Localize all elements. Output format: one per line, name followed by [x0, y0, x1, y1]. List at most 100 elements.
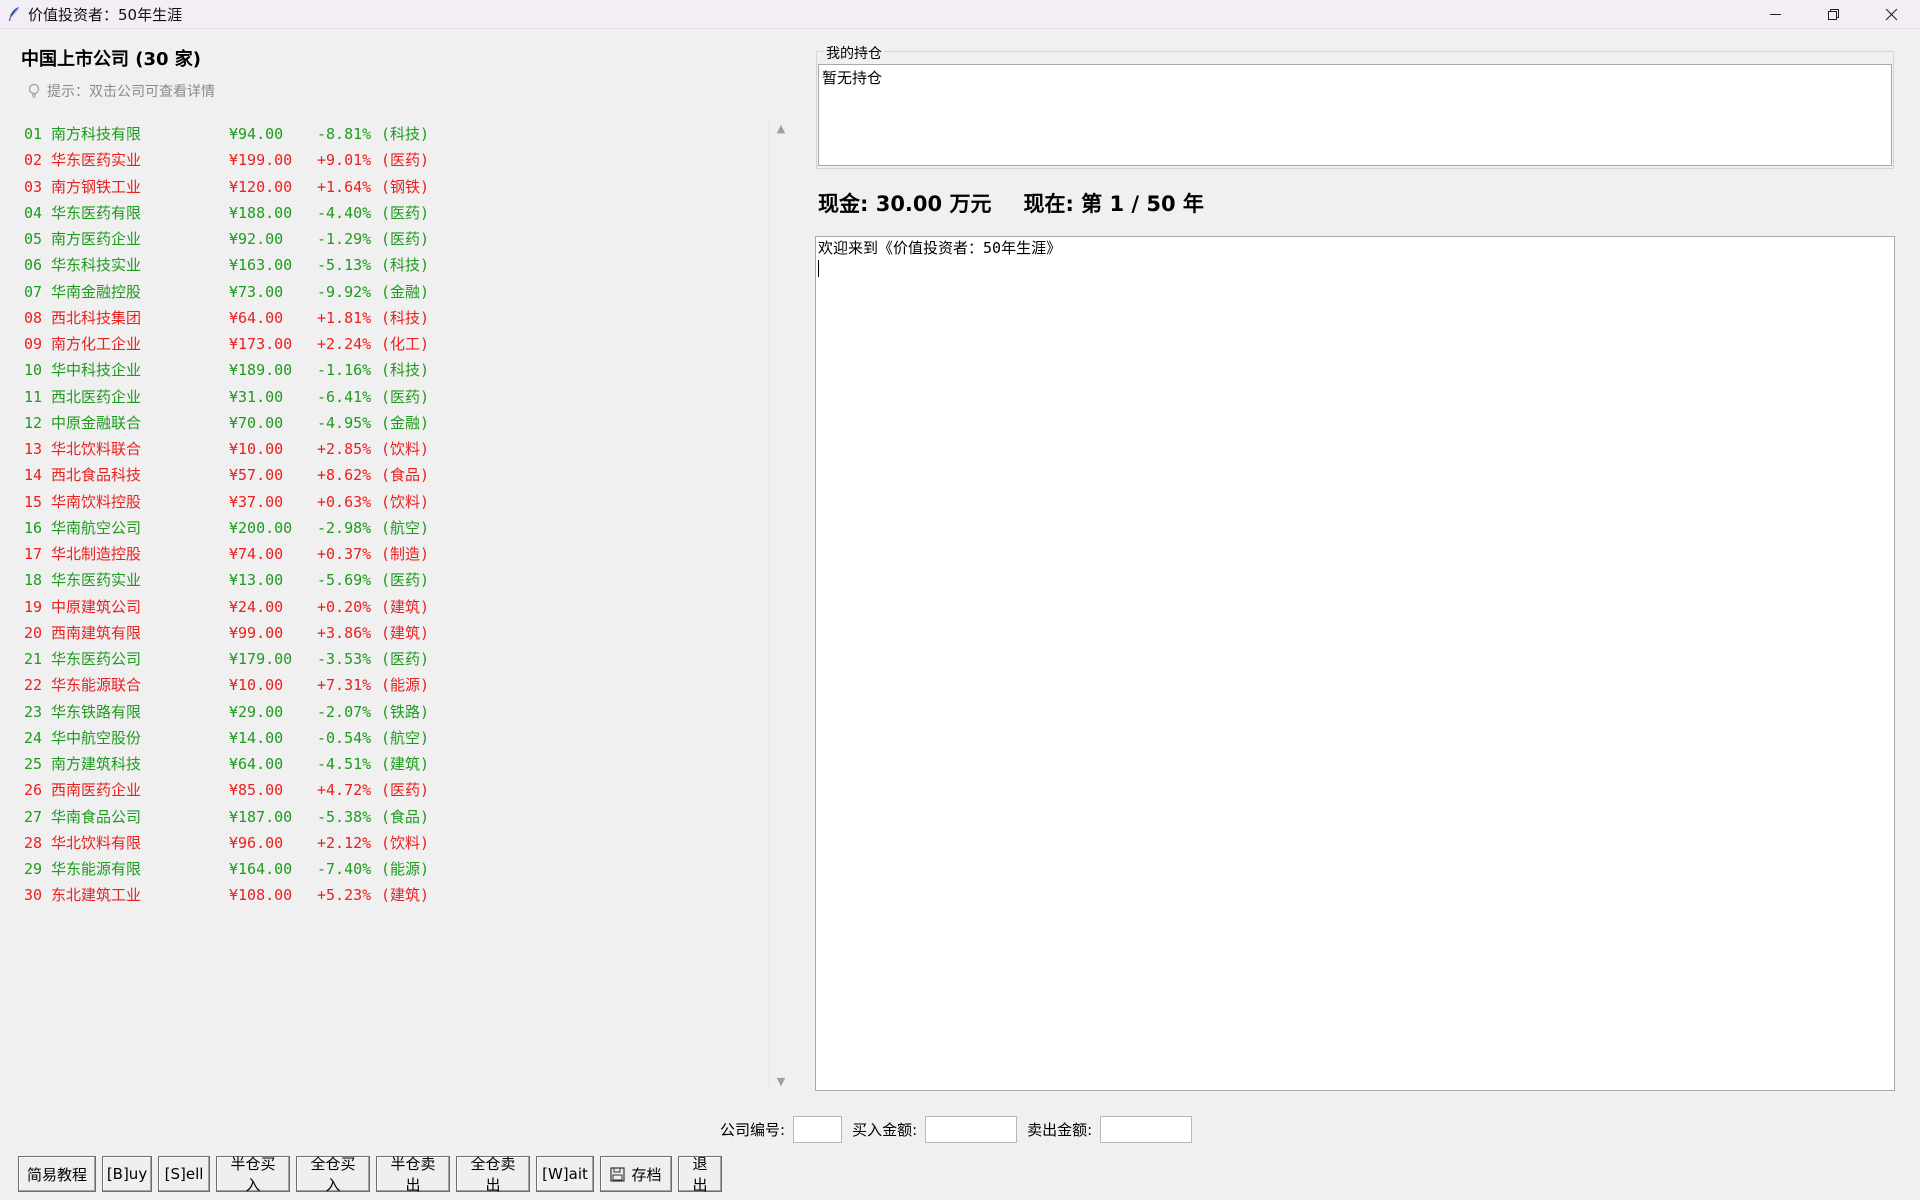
- company-price: ¥179.00: [229, 650, 293, 668]
- hint-label: 提示：双击公司可查看详情: [47, 84, 215, 100]
- company-price: ¥37.00: [229, 492, 284, 511]
- company-row[interactable]: 24 华中航空股份 ¥14.00 -0.54% (航空): [24, 725, 764, 751]
- company-name: 西北医药企业: [51, 387, 142, 406]
- company-change: +2.24%: [317, 335, 372, 353]
- company-price: ¥199.00: [229, 151, 293, 170]
- company-row[interactable]: 23 华东铁路有限 ¥29.00 -2.07% (铁路): [24, 699, 764, 725]
- company-row[interactable]: 18 华东医药实业 ¥13.00 -5.69% (医药): [24, 567, 764, 593]
- company-name: 华北饮料有限: [51, 833, 142, 852]
- sell-button[interactable]: [S]ell: [158, 1156, 210, 1192]
- company-sector: (能源): [381, 860, 430, 878]
- company-code: 23: [24, 702, 43, 721]
- company-name: 华东能源有限: [51, 860, 142, 878]
- quit-button[interactable]: 退出: [678, 1155, 722, 1194]
- company-price: ¥57.00: [229, 466, 284, 485]
- buy-amount-input[interactable]: [925, 1116, 1018, 1143]
- company-sector: (科技): [381, 125, 430, 143]
- restore-icon: [1827, 9, 1839, 20]
- company-code: 28: [24, 833, 43, 852]
- company-change: +3.86%: [317, 623, 372, 642]
- company-row[interactable]: 07 华南金融控股 ¥73.00 -9.92% (金融): [24, 279, 764, 305]
- company-name: 东北建筑工业: [51, 886, 142, 905]
- title-bar[interactable]: 价值投资者：50年生涯: [0, 0, 1920, 29]
- sell-amount-input[interactable]: [1100, 1116, 1193, 1143]
- full-buy-button[interactable]: 全仓买入: [296, 1155, 370, 1194]
- company-row[interactable]: 01 南方科技有限 ¥94.00 -8.81% (科技): [24, 121, 764, 147]
- company-name: 西北科技集团: [51, 308, 142, 327]
- company-price: ¥92.00: [229, 230, 284, 248]
- company-sector: (钢铁): [381, 177, 430, 196]
- company-row[interactable]: 29 华东能源有限 ¥164.00 -7.40% (能源): [24, 856, 764, 882]
- company-row[interactable]: 19 中原建筑公司 ¥24.00 +0.20% (建筑): [24, 594, 764, 620]
- company-code: 15: [24, 492, 43, 511]
- company-row[interactable]: 15 华南饮料控股 ¥37.00 +0.63% (饮料): [24, 489, 764, 515]
- company-row[interactable]: 26 西南医药企业 ¥85.00 +4.72% (医药): [24, 777, 764, 803]
- company-change: +0.37%: [317, 545, 372, 563]
- minimize-button[interactable]: [1746, 0, 1804, 29]
- company-row[interactable]: 30 东北建筑工业 ¥108.00 +5.23% (建筑): [24, 882, 764, 908]
- save-button[interactable]: 存档: [600, 1156, 672, 1192]
- wait-button[interactable]: [W]ait: [536, 1156, 594, 1192]
- company-name: 西南建筑有限: [51, 623, 142, 642]
- company-row[interactable]: 10 华中科技企业 ¥189.00 -1.16% (科技): [24, 357, 764, 383]
- message-log[interactable]: 欢迎来到《价值投资者：50年生涯》: [815, 236, 1895, 1091]
- company-row[interactable]: 04 华东医药有限 ¥188.00 -4.40% (医药): [24, 200, 764, 226]
- tutorial-button[interactable]: 简易教程: [18, 1156, 96, 1192]
- buy-button[interactable]: [B]uy: [102, 1156, 152, 1192]
- company-sector: (科技): [381, 361, 430, 380]
- holdings-text[interactable]: 暂无持仓: [818, 64, 1892, 166]
- company-row[interactable]: 11 西北医药企业 ¥31.00 -6.41% (医药): [24, 384, 764, 410]
- scroll-down-icon[interactable]: ▼: [770, 1072, 792, 1090]
- company-row[interactable]: 09 南方化工企业 ¥173.00 +2.24% (化工): [24, 331, 764, 357]
- company-code: 26: [24, 781, 43, 800]
- company-row[interactable]: 22 华东能源联合 ¥10.00 +7.31% (能源): [24, 672, 764, 698]
- company-name: 西北食品科技: [51, 466, 142, 485]
- company-sector: (医药): [381, 650, 430, 668]
- hint-text: 提示：双击公司可查看详情: [27, 81, 215, 101]
- company-row[interactable]: 27 华南食品公司 ¥187.00 -5.38% (食品): [24, 804, 764, 830]
- company-row[interactable]: 06 华东科技实业 ¥163.00 -5.13% (科技): [24, 252, 764, 278]
- company-listbox[interactable]: 01 南方科技有限 ¥94.00 -8.81% (科技) 02 华东医药实业 ¥199.00 +…: [24, 121, 764, 1091]
- company-name: 华东能源联合: [51, 676, 142, 695]
- company-code-input[interactable]: [793, 1116, 843, 1143]
- company-row[interactable]: 02 华东医药实业 ¥199.00 +9.01% (医药): [24, 147, 764, 173]
- company-row[interactable]: 14 西北食品科技 ¥57.00 +8.62% (食品): [24, 462, 764, 488]
- company-code: 01: [24, 125, 43, 143]
- company-row[interactable]: 05 南方医药企业 ¥92.00 -1.29% (医药): [24, 226, 764, 252]
- company-price: ¥200.00: [229, 518, 293, 537]
- company-code: 13: [24, 440, 43, 458]
- status-line: 现金: 30.00 万元 现在: 第 1 / 50 年: [818, 188, 1204, 218]
- scroll-up-icon[interactable]: ▲: [770, 119, 792, 137]
- company-price: ¥10.00: [229, 440, 284, 458]
- half-buy-button[interactable]: 半仓买入: [216, 1155, 290, 1194]
- company-price: ¥13.00: [229, 571, 284, 590]
- company-row[interactable]: 25 南方建筑科技 ¥64.00 -4.51% (建筑): [24, 751, 764, 777]
- company-row[interactable]: 12 中原金融联合 ¥70.00 -4.95% (金融): [24, 410, 764, 436]
- company-change: -8.81%: [317, 125, 372, 143]
- company-name: 南方建筑科技: [51, 755, 142, 773]
- company-sector: (医药): [381, 203, 430, 222]
- company-row[interactable]: 17 华北制造控股 ¥74.00 +0.37% (制造): [24, 541, 764, 567]
- text-caret: [818, 260, 819, 277]
- close-button[interactable]: [1862, 0, 1920, 29]
- full-sell-button[interactable]: 全仓卖出: [456, 1155, 530, 1194]
- company-list-scrollbar[interactable]: ▲ ▼: [769, 117, 791, 1092]
- maximize-button[interactable]: [1804, 0, 1862, 29]
- company-code: 25: [24, 755, 43, 773]
- company-name: 华南饮料控股: [51, 492, 142, 511]
- company-code: 12: [24, 413, 43, 432]
- half-sell-button[interactable]: 半仓卖出: [376, 1155, 450, 1194]
- close-icon: [1885, 8, 1897, 21]
- company-code: 07: [24, 282, 43, 301]
- company-row[interactable]: 21 华东医药公司 ¥179.00 -3.53% (医药): [24, 646, 764, 672]
- company-row[interactable]: 08 西北科技集团 ¥64.00 +1.81% (科技): [24, 305, 764, 331]
- company-row[interactable]: 13 华北饮料联合 ¥10.00 +2.85% (饮料): [24, 436, 764, 462]
- company-code: 14: [24, 466, 43, 485]
- company-row[interactable]: 28 华北饮料有限 ¥96.00 +2.12% (饮料): [24, 830, 764, 856]
- company-row[interactable]: 03 南方钢铁工业 ¥120.00 +1.64% (钢铁): [24, 174, 764, 200]
- company-row[interactable]: 16 华南航空公司 ¥200.00 -2.98% (航空): [24, 515, 764, 541]
- company-change: +0.20%: [317, 597, 372, 616]
- company-row[interactable]: 20 西南建筑有限 ¥99.00 +3.86% (建筑): [24, 620, 764, 646]
- company-code: 09: [24, 335, 43, 353]
- company-sector: (食品): [381, 807, 430, 826]
